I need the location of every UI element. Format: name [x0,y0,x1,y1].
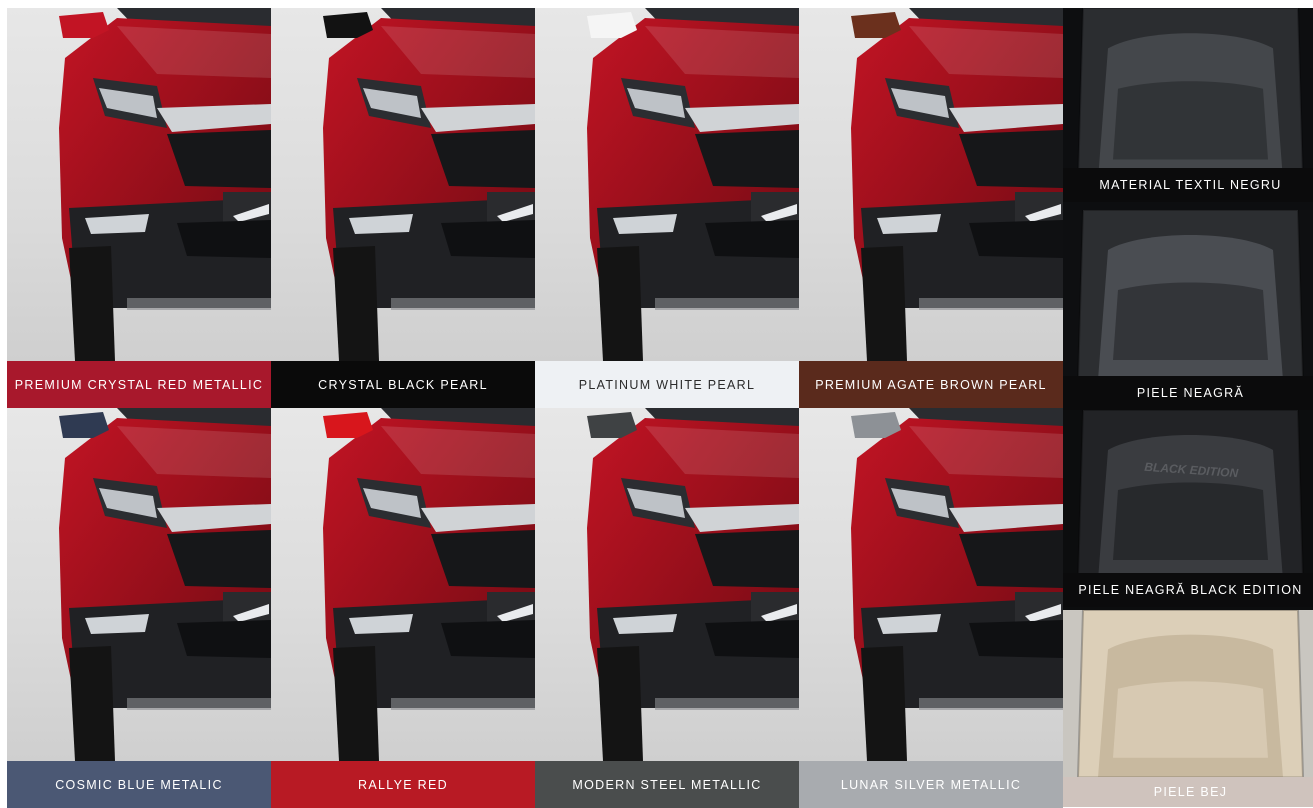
exterior-color-tile[interactable]: LUNAR SILVER METALLIC [799,408,1063,808]
exterior-color-tile[interactable]: RALLYE RED [271,408,535,808]
color-name-label: PREMIUM CRYSTAL RED METALLIC [7,361,271,408]
interior-trim-tile[interactable]: BLACK EDITION PIELE NEAGRĂ BLACK EDITION [1063,410,1313,610]
car-front-image [271,408,535,761]
color-name-label: MODERN STEEL METALLIC [535,761,799,808]
car-front-image [535,8,799,361]
car-front-image [271,8,535,361]
trim-name-label: PIELE BEJ [1063,777,1313,807]
exterior-color-tile[interactable]: MODERN STEEL METALLIC [535,408,799,808]
interior-trim-tile[interactable]: PIELE NEAGRĂ [1063,210,1313,410]
exterior-color-tile[interactable]: PREMIUM CRYSTAL RED METALLIC [7,8,271,408]
trim-name-label: MATERIAL TEXTIL NEGRU [1063,168,1313,202]
interior-trim-tile[interactable]: MATERIAL TEXTIL NEGRU [1063,8,1313,210]
color-name-label: LUNAR SILVER METALLIC [799,761,1063,808]
car-front-image [7,8,271,361]
color-configurator: PREMIUM CRYSTAL RED METALLIC CRYSTAL BLA… [0,0,1313,808]
exterior-color-tile[interactable]: PREMIUM AGATE BROWN PEARL [799,8,1063,408]
color-name-label: CRYSTAL BLACK PEARL [271,361,535,408]
car-front-image [799,408,1063,761]
color-name-label: PLATINUM WHITE PEARL [535,361,799,408]
trim-name-label: PIELE NEAGRĂ BLACK EDITION [1063,573,1313,607]
color-name-label: RALLYE RED [271,761,535,808]
exterior-color-tile[interactable]: PLATINUM WHITE PEARL [535,8,799,408]
exterior-color-tile[interactable]: COSMIC BLUE METALIC [7,408,271,808]
color-name-label: PREMIUM AGATE BROWN PEARL [799,361,1063,408]
trim-name-label: PIELE NEAGRĂ [1063,376,1313,410]
color-name-label: COSMIC BLUE METALIC [7,761,271,808]
car-front-image [799,8,1063,361]
car-front-image [535,408,799,761]
car-front-image [7,408,271,761]
exterior-color-tile[interactable]: CRYSTAL BLACK PEARL [271,8,535,408]
interior-trim-tile[interactable]: PIELE BEJ [1063,610,1313,807]
